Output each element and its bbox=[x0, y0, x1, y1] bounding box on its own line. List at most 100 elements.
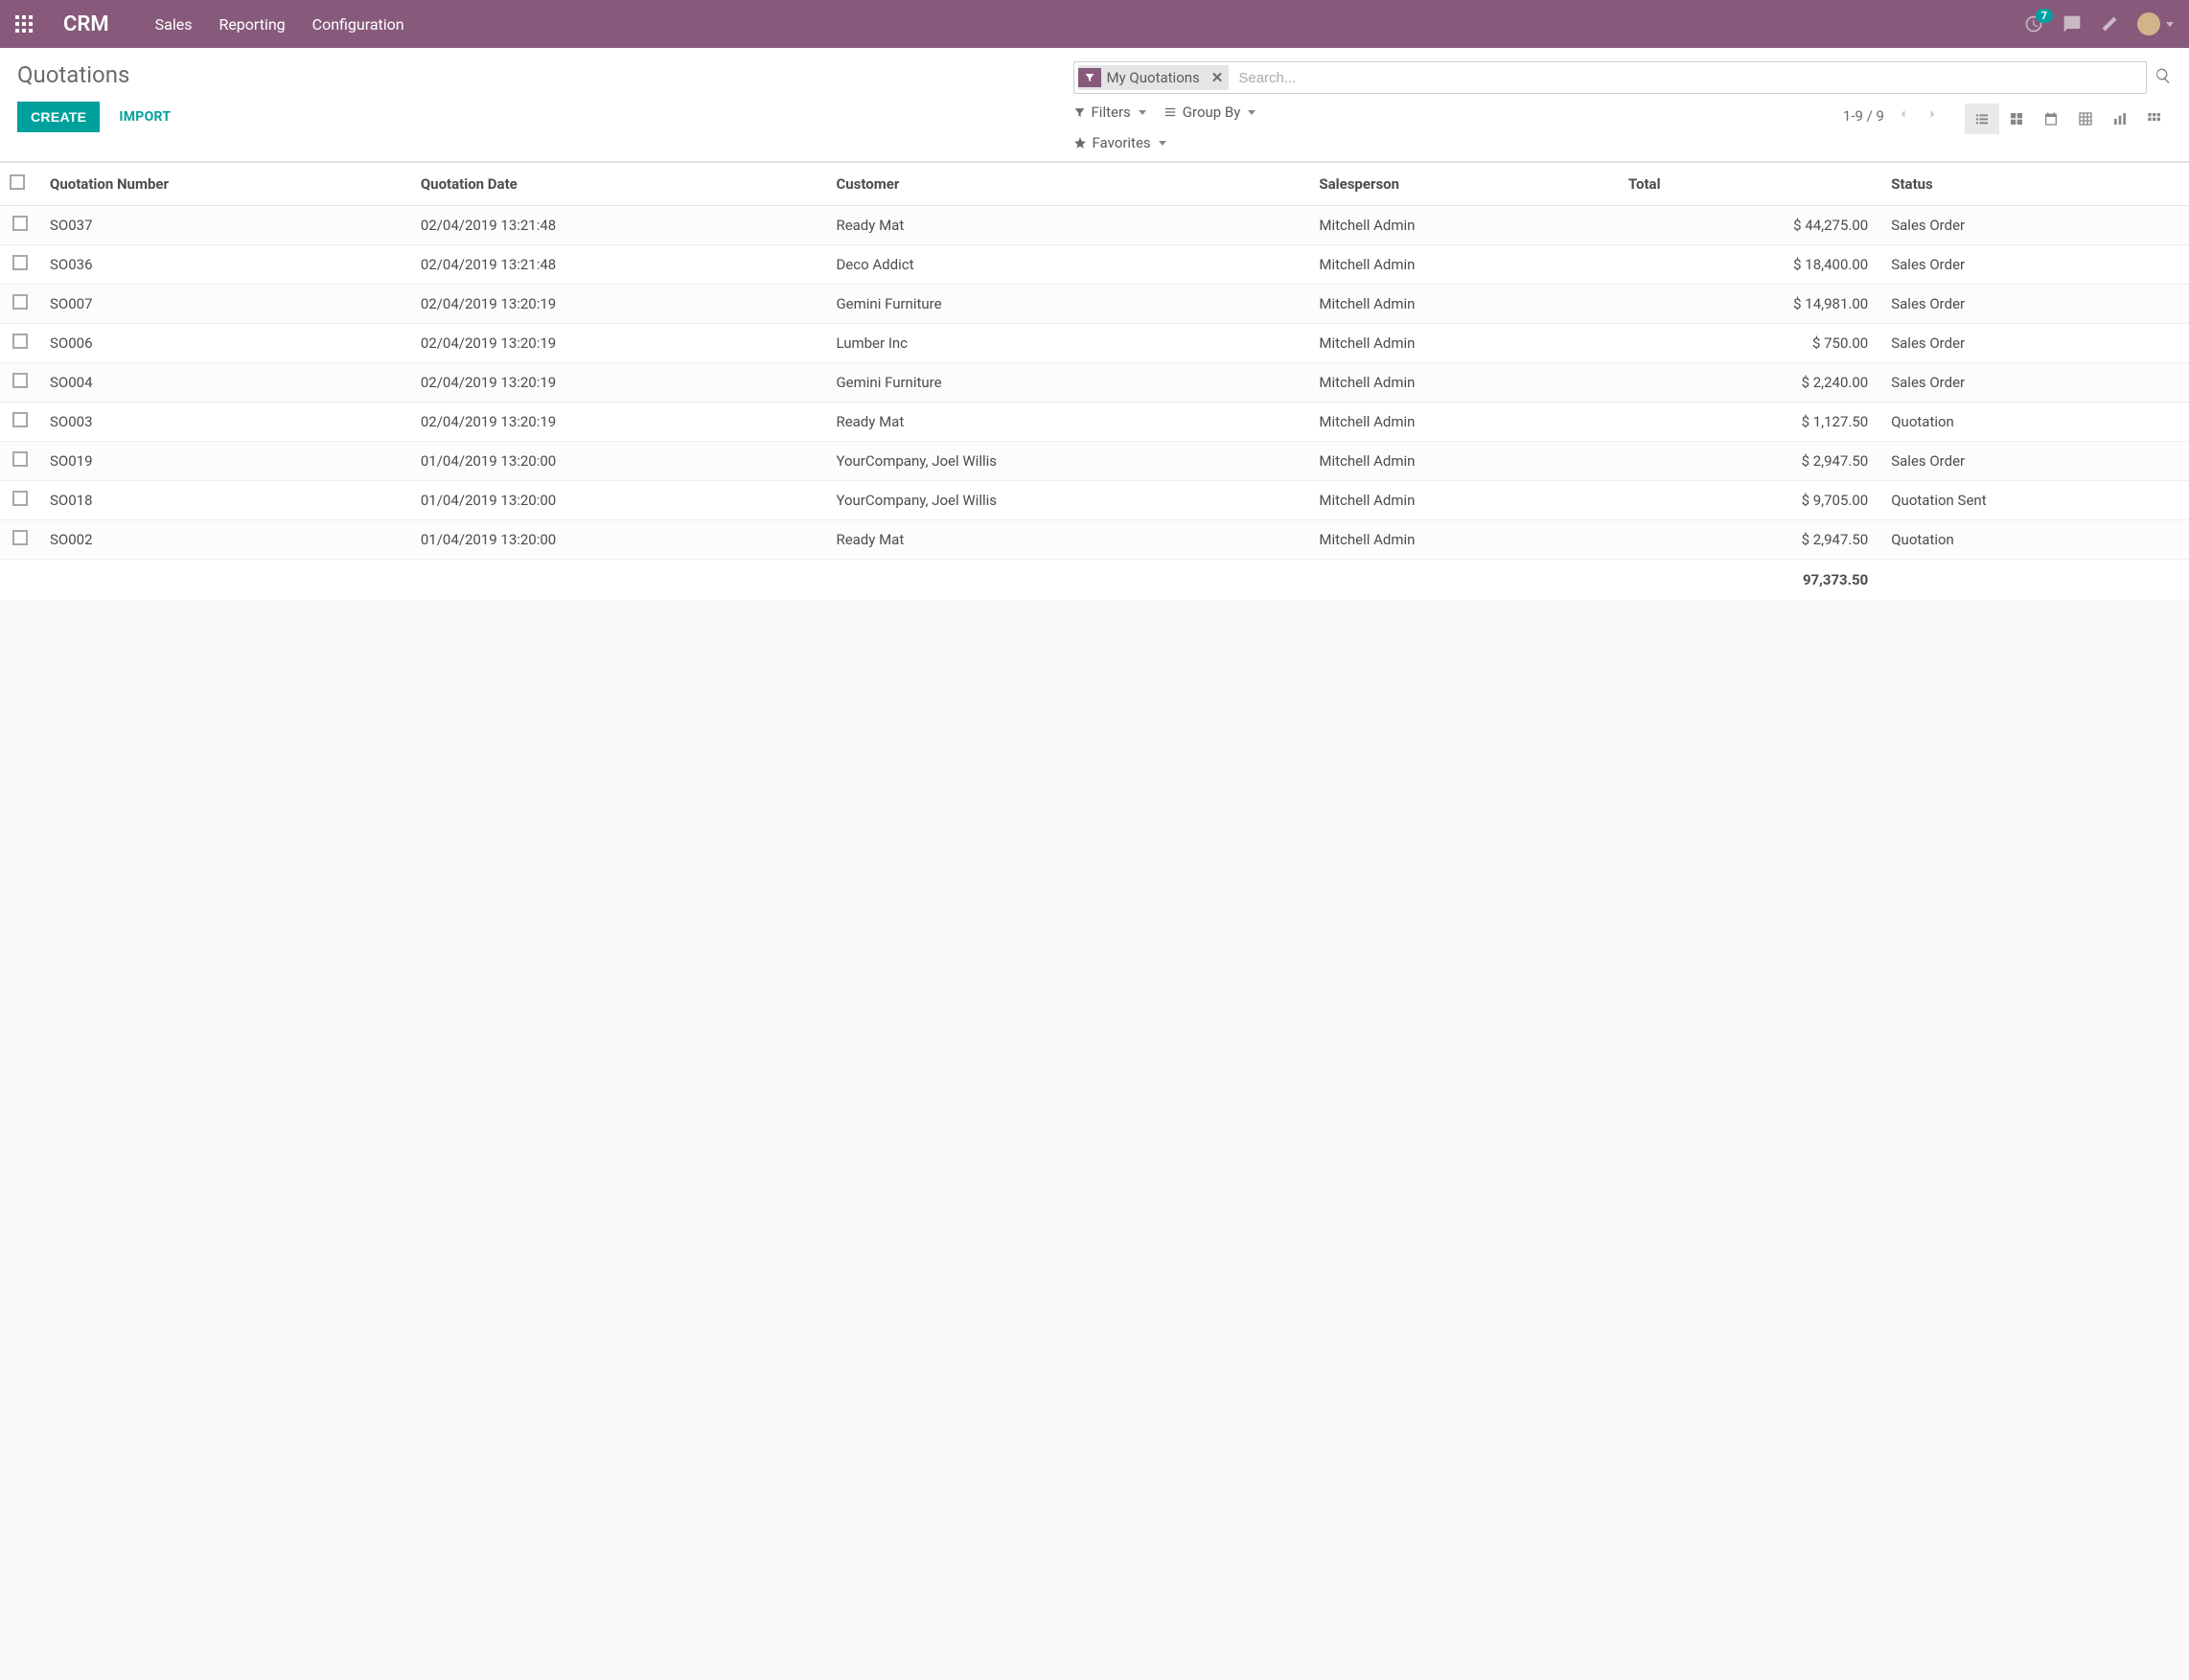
groupby-dropdown[interactable]: Group By bbox=[1164, 104, 1256, 121]
cell-salesperson: Mitchell Admin bbox=[1309, 245, 1619, 285]
cell-total: $ 44,275.00 bbox=[1619, 206, 1881, 245]
table-row[interactable]: SO03702/04/2019 13:21:48Ready MatMitchel… bbox=[0, 206, 2189, 245]
cell-status: Quotation bbox=[1881, 520, 2189, 560]
caret-down-icon bbox=[1139, 110, 1146, 115]
app-brand[interactable]: CRM bbox=[63, 12, 109, 36]
view-list[interactable] bbox=[1965, 104, 1999, 134]
view-calendar[interactable] bbox=[2034, 104, 2068, 134]
cell-status: Sales Order bbox=[1881, 285, 2189, 324]
search-icon[interactable] bbox=[2154, 67, 2172, 88]
create-button[interactable]: CREATE bbox=[17, 102, 100, 132]
table-row[interactable]: SO03602/04/2019 13:21:48Deco AddictMitch… bbox=[0, 245, 2189, 285]
favorites-dropdown[interactable]: Favorites bbox=[1073, 134, 1166, 151]
filters-dropdown[interactable]: Filters bbox=[1073, 104, 1146, 121]
caret-down-icon bbox=[1248, 110, 1256, 115]
col-status[interactable]: Status bbox=[1881, 163, 2189, 206]
menu-sales[interactable]: Sales bbox=[155, 15, 193, 34]
cell-salesperson: Mitchell Admin bbox=[1309, 206, 1619, 245]
table-row[interactable]: SO00201/04/2019 13:20:00Ready MatMitchel… bbox=[0, 520, 2189, 560]
row-checkbox[interactable] bbox=[12, 216, 28, 231]
row-checkbox[interactable] bbox=[12, 255, 28, 270]
cell-salesperson: Mitchell Admin bbox=[1309, 324, 1619, 363]
cell-number: SO007 bbox=[40, 285, 411, 324]
cell-salesperson: Mitchell Admin bbox=[1309, 285, 1619, 324]
cell-date: 02/04/2019 13:20:19 bbox=[411, 403, 827, 442]
table-row[interactable]: SO00402/04/2019 13:20:19Gemini Furniture… bbox=[0, 363, 2189, 403]
row-checkbox[interactable] bbox=[12, 334, 28, 349]
page-title: Quotations bbox=[17, 61, 1073, 88]
cell-number: SO018 bbox=[40, 481, 411, 520]
pager-text: 1-9 / 9 bbox=[1843, 107, 1884, 125]
cell-salesperson: Mitchell Admin bbox=[1309, 520, 1619, 560]
col-date[interactable]: Quotation Date bbox=[411, 163, 827, 206]
cell-salesperson: Mitchell Admin bbox=[1309, 363, 1619, 403]
menu-reporting[interactable]: Reporting bbox=[219, 15, 285, 34]
pager-next[interactable] bbox=[1923, 104, 1942, 128]
table-row[interactable]: SO01801/04/2019 13:20:00YourCompany, Joe… bbox=[0, 481, 2189, 520]
row-checkbox[interactable] bbox=[12, 412, 28, 427]
view-kanban[interactable] bbox=[1999, 104, 2034, 134]
user-menu[interactable] bbox=[2137, 12, 2174, 35]
view-activity[interactable] bbox=[2137, 104, 2172, 134]
cell-customer: Gemini Furniture bbox=[826, 285, 1309, 324]
cell-customer: Ready Mat bbox=[826, 520, 1309, 560]
clock-icon[interactable]: 7 bbox=[2024, 14, 2043, 34]
cell-total: $ 9,705.00 bbox=[1619, 481, 1881, 520]
table-row[interactable]: SO01901/04/2019 13:20:00YourCompany, Joe… bbox=[0, 442, 2189, 481]
cell-total: $ 750.00 bbox=[1619, 324, 1881, 363]
main-navbar: CRM Sales Reporting Configuration 7 bbox=[0, 0, 2189, 48]
active-filter-chip: My Quotations ✕ bbox=[1078, 65, 1230, 90]
cell-date: 01/04/2019 13:20:00 bbox=[411, 481, 827, 520]
quotations-table: Quotation Number Quotation Date Customer… bbox=[0, 162, 2189, 600]
col-total[interactable]: Total bbox=[1619, 163, 1881, 206]
menu-configuration[interactable]: Configuration bbox=[312, 15, 404, 34]
select-all-checkbox[interactable] bbox=[10, 174, 25, 190]
cell-total: $ 2,947.50 bbox=[1619, 520, 1881, 560]
row-checkbox[interactable] bbox=[12, 491, 28, 506]
cell-customer: YourCompany, Joel Willis bbox=[826, 481, 1309, 520]
table-row[interactable]: SO00702/04/2019 13:20:19Gemini Furniture… bbox=[0, 285, 2189, 324]
cell-status: Quotation Sent bbox=[1881, 481, 2189, 520]
row-checkbox[interactable] bbox=[12, 373, 28, 388]
cell-customer: Deco Addict bbox=[826, 245, 1309, 285]
row-checkbox[interactable] bbox=[12, 530, 28, 545]
cell-customer: Gemini Furniture bbox=[826, 363, 1309, 403]
view-graph[interactable] bbox=[2103, 104, 2137, 134]
cell-date: 01/04/2019 13:20:00 bbox=[411, 442, 827, 481]
table-row[interactable]: SO00602/04/2019 13:20:19Lumber IncMitche… bbox=[0, 324, 2189, 363]
cell-number: SO002 bbox=[40, 520, 411, 560]
cell-status: Sales Order bbox=[1881, 363, 2189, 403]
col-customer[interactable]: Customer bbox=[826, 163, 1309, 206]
pager-prev[interactable] bbox=[1894, 104, 1913, 128]
search-box[interactable]: My Quotations ✕ bbox=[1073, 61, 2147, 94]
cell-total: $ 1,127.50 bbox=[1619, 403, 1881, 442]
view-switcher bbox=[1965, 104, 2172, 134]
col-number[interactable]: Quotation Number bbox=[40, 163, 411, 206]
cell-salesperson: Mitchell Admin bbox=[1309, 481, 1619, 520]
cell-status: Sales Order bbox=[1881, 245, 2189, 285]
row-checkbox[interactable] bbox=[12, 451, 28, 467]
cell-status: Sales Order bbox=[1881, 442, 2189, 481]
filter-chip-remove[interactable]: ✕ bbox=[1206, 69, 1230, 86]
settings-tools-icon[interactable] bbox=[2101, 15, 2118, 33]
import-button[interactable]: IMPORT bbox=[119, 109, 171, 125]
control-panel: Quotations CREATE IMPORT My Quotations ✕ bbox=[0, 48, 2189, 162]
apps-icon[interactable] bbox=[15, 15, 33, 33]
cell-date: 02/04/2019 13:20:19 bbox=[411, 363, 827, 403]
cell-status: Sales Order bbox=[1881, 206, 2189, 245]
cell-salesperson: Mitchell Admin bbox=[1309, 403, 1619, 442]
table-row[interactable]: SO00302/04/2019 13:20:19Ready MatMitchel… bbox=[0, 403, 2189, 442]
row-checkbox[interactable] bbox=[12, 294, 28, 310]
cell-number: SO006 bbox=[40, 324, 411, 363]
caret-down-icon bbox=[2166, 22, 2174, 27]
cell-total: $ 2,947.50 bbox=[1619, 442, 1881, 481]
cell-total: $ 14,981.00 bbox=[1619, 285, 1881, 324]
conversations-icon[interactable] bbox=[2062, 14, 2082, 34]
view-pivot[interactable] bbox=[2068, 104, 2103, 134]
caret-down-icon bbox=[1159, 141, 1166, 146]
search-input[interactable] bbox=[1234, 66, 2142, 90]
cell-number: SO036 bbox=[40, 245, 411, 285]
cell-number: SO037 bbox=[40, 206, 411, 245]
cell-date: 02/04/2019 13:21:48 bbox=[411, 206, 827, 245]
col-salesperson[interactable]: Salesperson bbox=[1309, 163, 1619, 206]
